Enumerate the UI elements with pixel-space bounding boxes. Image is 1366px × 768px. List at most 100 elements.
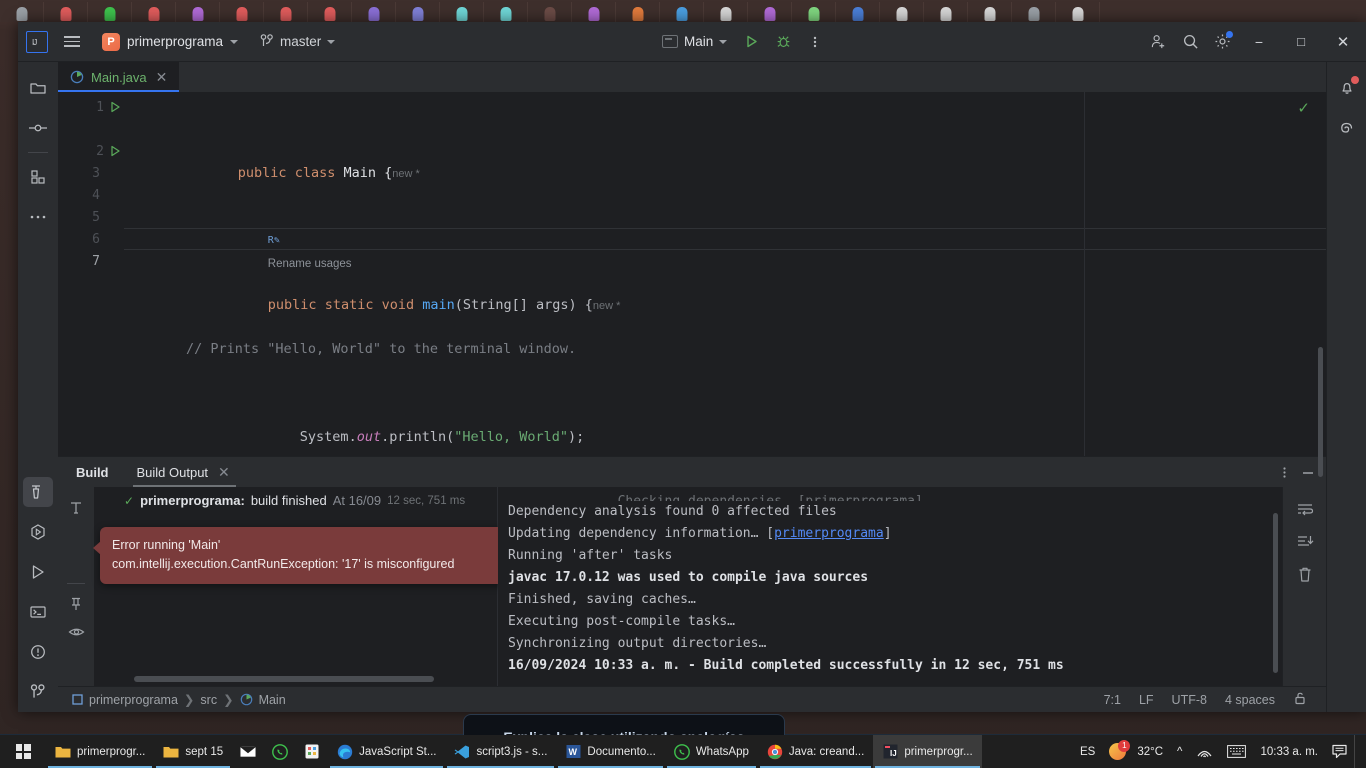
inlay-hint-new[interactable]: new *: [392, 168, 420, 180]
action-center-button[interactable]: [1325, 735, 1354, 768]
run-gutter-icon[interactable]: [110, 145, 120, 157]
taskbar-item-mail[interactable]: [232, 735, 264, 768]
line-number: 3: [92, 165, 100, 181]
show-desktop-button[interactable]: [1354, 735, 1362, 768]
search-everywhere-button[interactable]: [1174, 26, 1206, 58]
taskbar-item-intellij-primerprograma[interactable]: IJ primerprogr...: [873, 735, 982, 768]
filter-button[interactable]: [63, 495, 89, 521]
close-tab-icon[interactable]: ✕: [154, 70, 170, 84]
readonly-toggle[interactable]: [1284, 691, 1316, 708]
taskbar-item-chrome-java[interactable]: Java: creand...: [758, 735, 873, 768]
log-link-primerprograma[interactable]: primerprograma: [774, 526, 884, 541]
clock[interactable]: 10:33 a. m.: [1253, 735, 1325, 768]
network-button[interactable]: [1189, 735, 1220, 768]
start-button[interactable]: [0, 735, 46, 768]
sidebar-item-problems[interactable]: [23, 637, 53, 667]
editor-vertical-scrollbar[interactable]: [1318, 347, 1323, 477]
hammer-icon: [32, 485, 40, 499]
taskbar-item-explorer-primerprograma[interactable]: primerprogr...: [46, 735, 154, 768]
code-editor[interactable]: 1 2 3 4 5 6 7 public class Main {new * R…: [58, 92, 1326, 477]
sidebar-item-build[interactable]: [23, 477, 53, 507]
weather-widget[interactable]: 1 32°C: [1102, 735, 1170, 768]
taskbar-item-vscode-script3[interactable]: script3.js - s...: [445, 735, 556, 768]
search-icon: [1183, 34, 1198, 49]
language-indicator[interactable]: ES: [1073, 735, 1102, 768]
settings-button[interactable]: [1206, 26, 1238, 58]
add-collaborator-button[interactable]: [1142, 26, 1174, 58]
background-browser-tab: [132, 2, 176, 22]
project-selector[interactable]: P primerprograma: [94, 29, 246, 55]
intellij-idea-logo-icon[interactable]: IJ: [26, 30, 48, 53]
minimize-window-button[interactable]: −: [1238, 22, 1280, 62]
close-window-button[interactable]: ✕: [1322, 22, 1364, 62]
indent-setting[interactable]: 4 spaces: [1216, 693, 1284, 707]
run-button[interactable]: [735, 26, 767, 58]
show-hidden-icons-button[interactable]: ^: [1170, 735, 1189, 768]
hamburger-menu-icon[interactable]: [58, 28, 86, 56]
hide-build-window-button[interactable]: [1296, 460, 1320, 484]
stripe-divider: [28, 152, 48, 153]
editor-tab-main-java[interactable]: Main.java ✕: [58, 62, 180, 92]
notifications-button[interactable]: [1332, 73, 1362, 103]
git-branch-selector[interactable]: master: [252, 30, 343, 53]
build-window-title: Build: [76, 464, 109, 480]
sidebar-item-run[interactable]: [23, 557, 53, 587]
inspection-status-icon[interactable]: ✓: [1297, 99, 1310, 117]
taskbar-item-explorer-sept15[interactable]: sept 15: [154, 735, 232, 768]
breadcrumb-class[interactable]: Main: [240, 693, 286, 707]
maximize-icon: □: [1297, 34, 1305, 49]
more-vertical-icon: [814, 36, 817, 47]
breadcrumb-src[interactable]: src: [200, 693, 217, 707]
run-configuration-selector[interactable]: Main: [654, 30, 735, 53]
code-line-rename-hint[interactable]: R✎ Rename usages: [124, 206, 1326, 270]
settings-badge: [1226, 30, 1233, 38]
inlay-hint-new[interactable]: new *: [593, 300, 621, 312]
taskbar-item-whatsapp-pinned[interactable]: [264, 735, 296, 768]
sidebar-item-commit[interactable]: [23, 113, 53, 143]
preview-button[interactable]: [63, 619, 89, 645]
run-gutter-icon[interactable]: [110, 101, 120, 113]
more-actions-button[interactable]: [799, 26, 831, 58]
line-separator[interactable]: LF: [1130, 693, 1163, 707]
soft-wrap-button[interactable]: [1292, 497, 1318, 523]
build-tree-panel[interactable]: ✓ primerprograma: build finished At 16/0…: [93, 487, 508, 686]
gutter-line: 1: [58, 96, 124, 118]
sidebar-item-terminal[interactable]: [23, 597, 53, 627]
tab-build-output[interactable]: Build Output ✕: [131, 457, 238, 487]
minimize-icon: [1303, 471, 1313, 474]
breadcrumb-separator: ❯: [223, 693, 234, 707]
maximize-window-button[interactable]: □: [1280, 22, 1322, 62]
taskbar-item-store[interactable]: [296, 735, 328, 768]
build-tree-root-node[interactable]: ✓ primerprograma: build finished At 16/0…: [94, 487, 497, 508]
sidebar-item-debug[interactable]: [23, 517, 53, 547]
rename-usages-hint[interactable]: Rename usages: [268, 253, 352, 275]
close-icon: ✕: [1336, 33, 1350, 51]
sidebar-item-structure[interactable]: [23, 162, 53, 192]
caret-position[interactable]: 7:1: [1095, 693, 1130, 707]
clear-output-button[interactable]: [1292, 561, 1318, 587]
code-text-area[interactable]: public class Main {new * R✎ Rename usage…: [124, 92, 1326, 456]
java-class-icon: [70, 70, 84, 84]
pin-button[interactable]: [63, 591, 89, 617]
touch-keyboard-button[interactable]: [1220, 735, 1253, 768]
build-log-vertical-scrollbar[interactable]: [1273, 513, 1278, 673]
scroll-to-end-button[interactable]: [1292, 529, 1318, 555]
editor-tab-label: Main.java: [91, 69, 147, 85]
editor-gutter[interactable]: 1 2 3 4 5 6 7: [58, 92, 124, 456]
sidebar-item-project[interactable]: [23, 73, 53, 103]
taskbar-item-edge-javascript[interactable]: JavaScript St...: [328, 735, 445, 768]
build-output-log[interactable]: Checking dependencies… [primerprograma] …: [498, 487, 1282, 686]
debug-button[interactable]: [767, 26, 799, 58]
build-tool-window: Build Build Output ✕ ✓ primerprograma: b…: [58, 456, 1326, 686]
taskbar-item-whatsapp[interactable]: WhatsApp: [665, 735, 758, 768]
sidebar-item-more[interactable]: [23, 202, 53, 232]
taskbar-item-word-documento[interactable]: W Documento...: [556, 735, 664, 768]
chevron-down-icon: [230, 39, 239, 44]
sidebar-item-version-control[interactable]: [23, 677, 53, 707]
breadcrumb-module[interactable]: primerprograma: [72, 693, 178, 707]
ai-assistant-button[interactable]: [1332, 113, 1362, 143]
close-build-output-icon[interactable]: ✕: [216, 465, 232, 479]
build-options-button[interactable]: [1272, 460, 1296, 484]
build-tree-horizontal-scrollbar[interactable]: [134, 676, 434, 682]
file-encoding[interactable]: UTF-8: [1163, 693, 1216, 707]
